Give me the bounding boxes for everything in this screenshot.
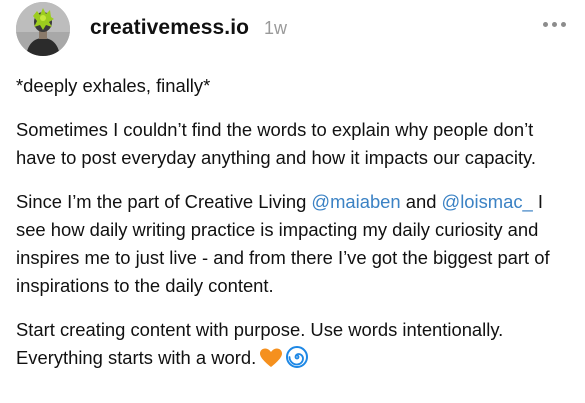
post-paragraph: Start creating content with purpose. Use… — [16, 316, 571, 376]
ellipsis-icon — [543, 22, 548, 27]
post-paragraph: Sometimes I couldn’t find the words to e… — [16, 119, 536, 168]
post-text: Since I’m the part of Creative Living — [16, 191, 312, 212]
username[interactable]: creativemess.io — [90, 16, 249, 40]
post-timestamp: 1w — [264, 18, 288, 38]
mention-link-maiaben[interactable]: @maiaben — [311, 191, 400, 212]
ellipsis-icon — [552, 22, 557, 27]
post-text: and — [400, 191, 442, 212]
spiral-icon — [286, 346, 309, 376]
mention-link-loismac[interactable]: @loismac_ — [442, 191, 533, 212]
ellipsis-icon — [561, 22, 566, 27]
post-paragraph: *deeply exhales, finally* — [16, 75, 211, 96]
post-body: *deeply exhales, finally* Sometimes I co… — [16, 72, 571, 392]
post-paragraph: Since I’m the part of Creative Living @m… — [16, 188, 571, 300]
avatar-photo — [16, 2, 70, 56]
post-header: creativemess.io 1w — [16, 2, 569, 56]
avatar[interactable] — [16, 2, 70, 56]
more-options-button[interactable] — [541, 14, 569, 34]
orange-heart-icon — [260, 348, 283, 376]
thread-post: creativemess.io 1w *deeply exhales, fina… — [0, 0, 585, 403]
